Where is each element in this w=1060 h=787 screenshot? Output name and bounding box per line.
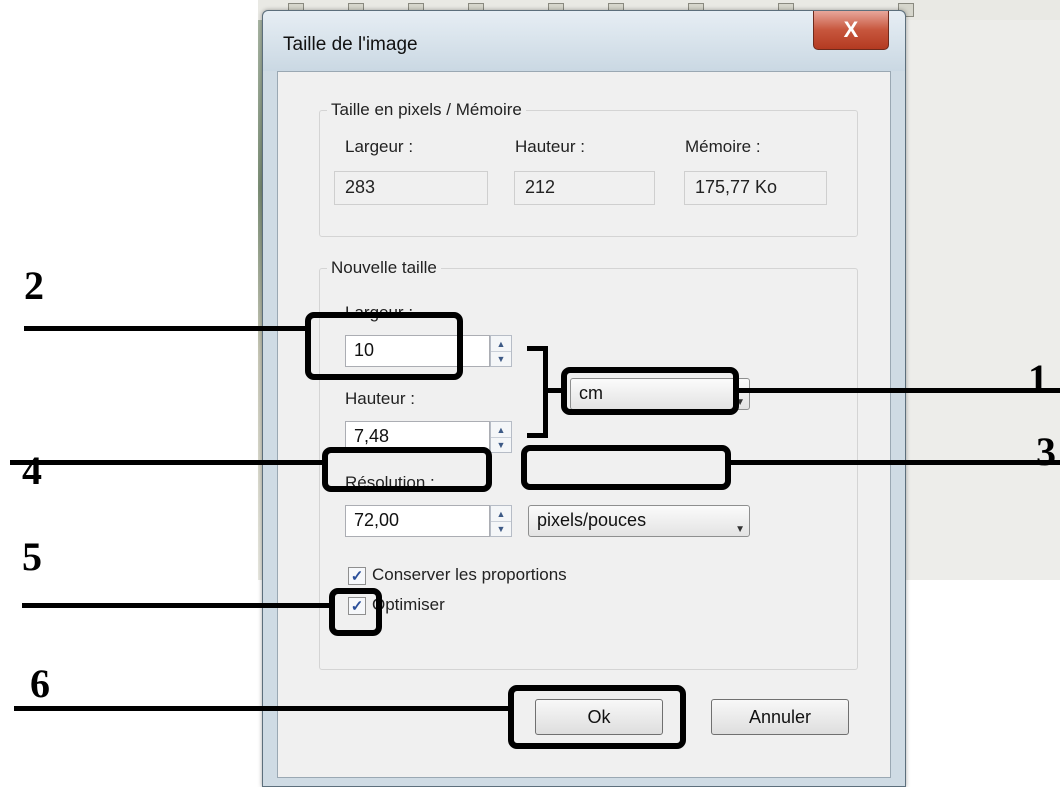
new-height-spinner[interactable]: ▲ ▼ (490, 421, 512, 453)
spin-down-icon[interactable]: ▼ (491, 351, 511, 366)
pixel-memory-group: Taille en pixels / Mémoire Largeur : 283… (319, 100, 858, 237)
annotation-line-1 (737, 388, 1060, 393)
annotation-line-4 (10, 460, 324, 465)
pixel-height-label: Hauteur : (515, 137, 585, 156)
bracket-top (527, 346, 548, 351)
highlight-ok-button (508, 685, 686, 749)
keep-proportions-checkbox[interactable]: ✓ (348, 567, 366, 585)
keep-proportions-label[interactable]: Conserver les proportions (372, 565, 567, 585)
highlight-keep-proportions (329, 588, 382, 636)
spin-down-icon[interactable]: ▼ (491, 521, 511, 536)
annotation-number-4: 4 (22, 448, 42, 493)
highlight-unit-select (561, 367, 739, 415)
close-icon: X (843, 17, 859, 42)
spin-up-icon[interactable]: ▲ (491, 422, 511, 438)
annotation-line-2 (24, 326, 308, 331)
resolution-unit-selected: pixels/pouces (537, 510, 647, 530)
checkmark-icon: ✓ (350, 567, 364, 585)
spin-down-icon[interactable]: ▼ (491, 437, 511, 452)
highlight-width-input (305, 312, 463, 380)
close-button[interactable]: X (813, 11, 889, 50)
new-height-label: Hauteur : (345, 389, 415, 408)
resolution-spinner[interactable]: ▲ ▼ (490, 505, 512, 537)
spin-up-icon[interactable]: ▲ (491, 506, 511, 522)
new-width-spinner[interactable]: ▲ ▼ (490, 335, 512, 367)
pixel-height-value: 212 (514, 171, 655, 205)
pixel-memory-legend: Taille en pixels / Mémoire (327, 100, 526, 120)
highlight-resolution-unit (521, 445, 731, 490)
annotation-number-3: 3 (1036, 429, 1056, 474)
annotation-number-5: 5 (22, 534, 42, 579)
annotation-number-1: 1 (1028, 356, 1048, 401)
annotation-line-6 (14, 706, 511, 711)
background-panel (900, 20, 1060, 580)
dialog-client-area: Taille en pixels / Mémoire Largeur : 283… (277, 71, 891, 778)
memory-value: 175,77 Ko (684, 171, 827, 205)
annotation-line-3 (728, 460, 1060, 465)
annotation-number-6: 6 (30, 661, 50, 706)
bracket-connector (543, 388, 563, 393)
resolution-unit-select[interactable]: pixels/pouces ▼ (528, 505, 750, 537)
spin-up-icon[interactable]: ▲ (491, 336, 511, 352)
highlight-resolution-input (322, 447, 492, 492)
annotation-number-2: 2 (24, 263, 44, 308)
optimize-label[interactable]: Optimiser (372, 595, 445, 615)
annotation-line-5 (22, 603, 332, 608)
dialog-title: Taille de l'image (283, 34, 418, 55)
bracket-bottom (527, 433, 548, 438)
pixel-width-label: Largeur : (345, 137, 414, 156)
pixel-width-value: 283 (334, 171, 488, 205)
cancel-button[interactable]: Annuler (711, 699, 849, 735)
title-bar[interactable]: Taille de l'image X (263, 11, 905, 71)
chevron-down-icon: ▼ (735, 524, 745, 535)
resolution-input[interactable]: 72,00 (345, 505, 490, 537)
memory-label: Mémoire : (685, 137, 761, 156)
new-size-legend: Nouvelle taille (327, 258, 441, 278)
